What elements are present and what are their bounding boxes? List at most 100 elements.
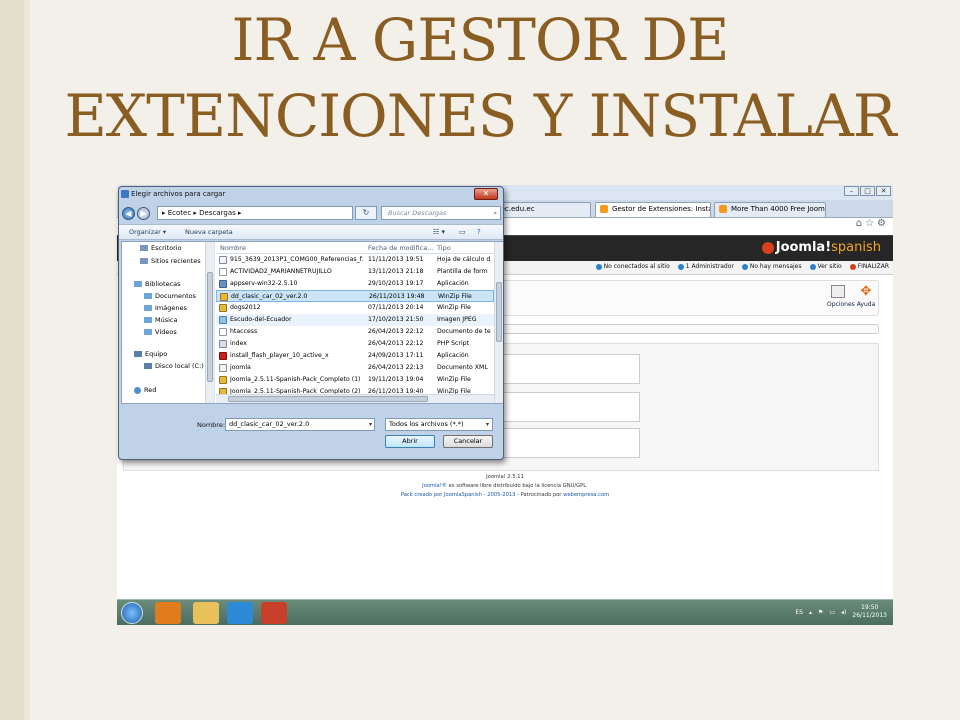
- clock[interactable]: 19:50 26/11/2013: [852, 604, 887, 620]
- back-arrow-icon[interactable]: ◀: [122, 206, 135, 220]
- file-name: dd_clasic_car_02_ver.2.0: [231, 293, 308, 300]
- new-folder-button[interactable]: Nueva carpeta: [185, 228, 233, 236]
- file-name: appserv-win32-2.5.10: [230, 280, 298, 287]
- cancel-button[interactable]: Cancelar: [443, 435, 493, 448]
- minimize-button[interactable]: –: [844, 186, 859, 196]
- filetype-select[interactable]: Todos los archivos (*.*) ▾: [385, 418, 493, 431]
- column-date[interactable]: Fecha de modifica...: [368, 244, 433, 252]
- help-icon[interactable]: ?: [477, 228, 481, 236]
- nav-scrollbar-thumb[interactable]: [207, 272, 213, 382]
- file-list-scrollbar[interactable]: [494, 242, 503, 403]
- powerpoint-icon[interactable]: [261, 602, 287, 624]
- file-row[interactable]: Joomla_2.5.11-Spanish-Pack_Completo (1) 1…: [216, 374, 494, 386]
- nav-item-videos[interactable]: Vídeos: [144, 328, 177, 336]
- nav-item-documents[interactable]: Documentos: [144, 292, 196, 300]
- file-row[interactable]: ACTIVIDAD2_MARIANNETRUJILLO 13/11/2013 21…: [216, 266, 494, 278]
- dialog-close-button[interactable]: ✕: [474, 188, 498, 200]
- view-site-link[interactable]: Ver sitio: [809, 263, 842, 270]
- xml-file-icon: [219, 364, 227, 372]
- favorites-star-icon[interactable]: ☆: [865, 218, 877, 229]
- preview-pane-icon[interactable]: ▭: [459, 228, 466, 236]
- status-dot-icon: [595, 263, 602, 270]
- flag-icon[interactable]: ⚑: [818, 609, 823, 616]
- zip-file-icon: [220, 293, 228, 301]
- file-list-header: Nombre Fecha de modifica... Tipo: [216, 242, 494, 254]
- file-list-hscrollbar[interactable]: [216, 394, 494, 403]
- file-row[interactable]: dogs2012 07/11/2013 20:14 WinZip File: [216, 302, 494, 314]
- refresh-button[interactable]: ↻: [355, 206, 377, 220]
- joomlaspanish-link[interactable]: Pack creado por JoomlaSpanish - 2005-201…: [401, 492, 516, 498]
- joomla-link[interactable]: Joomla!®: [422, 483, 447, 489]
- address-bar[interactable]: ▸ Ecotec ▸ Descargas ▸: [157, 206, 353, 220]
- joomla-footer: Joomla! 2.5.11 Joomla!® es software libr…: [117, 473, 893, 500]
- nav-item-computer[interactable]: Equipo: [134, 350, 167, 358]
- music-icon: [144, 317, 152, 323]
- file-list-scrollbar-thumb[interactable]: [496, 282, 502, 342]
- file-list: Nombre Fecha de modifica... Tipo 915_363…: [216, 242, 494, 403]
- webempresa-link[interactable]: webempresa.com: [563, 492, 609, 498]
- file-name: install_flash_player_10_active_x: [230, 352, 329, 359]
- chevron-down-icon[interactable]: ▾: [486, 419, 489, 430]
- file-row[interactable]: 915_3639_2013P1_COMG00_Referencias_f... 1…: [216, 254, 494, 266]
- search-input[interactable]: Buscar Descargas ⌕: [381, 206, 501, 220]
- filename-input[interactable]: dd_clasic_car_02_ver.2.0 ▾: [225, 418, 375, 431]
- settings-gear-icon[interactable]: ⚙: [877, 218, 889, 229]
- tab-extension-manager[interactable]: Gestor de Extensiones: Insta...✕: [595, 202, 711, 217]
- nav-item-network[interactable]: Red: [134, 386, 156, 394]
- organize-button[interactable]: Organizar ▾: [129, 228, 166, 236]
- sponsor-text: - Patrocinado por: [517, 492, 562, 498]
- file-row[interactable]: joomla 26/04/2013 22:13 Documento XML: [216, 362, 494, 374]
- nav-item-recent[interactable]: Sitios recientes: [140, 257, 201, 265]
- navigation-pane: Escritorio Sitios recientes Bibliotecas …: [122, 242, 215, 403]
- view-options-icon[interactable]: ☷ ▾: [433, 228, 445, 236]
- file-row[interactable]: appserv-win32-2.5.10 29/10/2013 19:17 Apli…: [216, 278, 494, 290]
- file-file-icon: [219, 268, 227, 276]
- help-button[interactable]: ✥ Ayuda: [855, 285, 877, 308]
- file-type: Hoja de cálculo d: [437, 256, 491, 263]
- forward-arrow-icon[interactable]: ▶: [137, 206, 150, 220]
- file-type: WinZip File: [437, 376, 471, 383]
- nav-item-local-disk[interactable]: Disco local (C:): [144, 362, 204, 370]
- nav-scrollbar[interactable]: [205, 242, 214, 403]
- joomla-logo-icon: [761, 241, 774, 254]
- documents-icon: [144, 293, 152, 299]
- install-from-directory-fieldset: [494, 392, 640, 422]
- volume-icon[interactable]: ◂): [841, 609, 846, 616]
- internet-explorer-icon[interactable]: [227, 602, 253, 624]
- zip-file-icon: [219, 304, 227, 312]
- start-orb-icon[interactable]: [121, 602, 143, 624]
- tray-arrow-icon[interactable]: ▴: [809, 609, 812, 616]
- libraries-icon: [134, 281, 142, 287]
- options-button[interactable]: Opciones: [827, 285, 855, 308]
- open-button[interactable]: Abrir: [385, 435, 435, 448]
- recent-places-icon: [140, 258, 148, 264]
- file-row[interactable]: install_flash_player_10_active_x 24/09/20…: [216, 350, 494, 362]
- hscrollbar-thumb[interactable]: [228, 396, 428, 402]
- tab-joomla-templates[interactable]: More Than 4000 Free Joomla C...: [714, 202, 826, 217]
- file-row[interactable]: dd_clasic_car_02_ver.2.0 26/11/2013 19:48…: [216, 290, 494, 302]
- close-button[interactable]: ✕: [876, 186, 891, 196]
- nav-item-desktop[interactable]: Escritorio: [140, 244, 182, 252]
- flash-file-icon: [219, 352, 227, 360]
- column-type[interactable]: Tipo: [437, 244, 451, 252]
- nav-item-images[interactable]: Imágenes: [144, 304, 187, 312]
- explorer-icon[interactable]: [193, 602, 219, 624]
- file-row[interactable]: Escudo-del-Ecuador 17/10/2013 21:50 Imagen…: [216, 314, 494, 326]
- media-player-icon[interactable]: [155, 602, 181, 624]
- file-row[interactable]: index 26/04/2013 22:12 PHP Script: [216, 338, 494, 350]
- file-type: Imagen JPEG: [437, 316, 477, 323]
- network-icon[interactable]: ▭: [829, 609, 835, 616]
- file-name: index: [230, 340, 247, 347]
- file-row[interactable]: htaccess 26/04/2013 22:12 Documento de te: [216, 326, 494, 338]
- chevron-down-icon[interactable]: ▾: [369, 419, 372, 430]
- nav-item-libraries[interactable]: Bibliotecas: [134, 280, 180, 288]
- file-date: 26/04/2013 22:12: [368, 328, 424, 335]
- language-indicator[interactable]: ES: [795, 609, 803, 616]
- network-icon: [134, 386, 141, 394]
- status-messages[interactable]: No hay mensajes: [741, 263, 802, 270]
- column-name[interactable]: Nombre: [220, 244, 246, 252]
- logout-link[interactable]: FINALIZAR: [849, 263, 889, 270]
- maximize-button[interactable]: □: [860, 186, 875, 196]
- nav-item-music[interactable]: Música: [144, 316, 177, 324]
- home-icon[interactable]: ⌂: [856, 218, 865, 229]
